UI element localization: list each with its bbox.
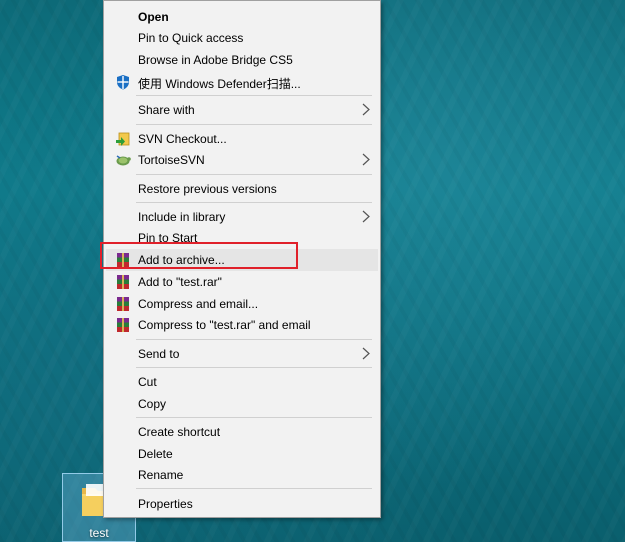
chevron-right-icon: [362, 153, 370, 166]
menu-item-create-shortcut[interactable]: Create shortcut: [106, 421, 378, 443]
menu-item-label: Restore previous versions: [138, 182, 277, 196]
windows-defender-icon: [117, 75, 129, 90]
menu-item-add-to-test-rar[interactable]: Add to "test.rar": [106, 271, 378, 293]
menu-item-label: Properties: [138, 497, 193, 511]
menu-item-copy[interactable]: Copy: [106, 393, 378, 415]
menu-item-restore-previous-versions[interactable]: Restore previous versions: [106, 178, 378, 200]
winrar-icon: [117, 297, 129, 311]
menu-item-label: Cut: [138, 375, 157, 389]
menu-item-browse-adobe-bridge[interactable]: Browse in Adobe Bridge CS5: [106, 49, 378, 71]
tortoisesvn-icon: [116, 155, 131, 166]
menu-item-label: Include in library: [138, 210, 226, 224]
menu-item-label: Send to: [138, 347, 180, 361]
menu-separator: [136, 367, 372, 368]
menu-item-label: Open: [138, 10, 169, 24]
menu-item-label: Delete: [138, 447, 173, 461]
menu-item-rename[interactable]: Rename: [106, 464, 378, 486]
desktop-folder-label: test: [89, 526, 109, 540]
winrar-icon: [117, 318, 129, 332]
menu-item-label: Create shortcut: [138, 425, 221, 439]
menu-item-label: 使用 Windows Defender扫描...: [138, 77, 301, 91]
chevron-right-icon: [362, 210, 370, 223]
menu-item-label: Compress to "test.rar" and email: [138, 318, 311, 332]
chevron-right-icon: [362, 103, 370, 116]
chevron-right-icon: [362, 347, 370, 360]
menu-item-label: Add to "test.rar": [138, 275, 222, 289]
menu-item-windows-defender-scan[interactable]: 使用 Windows Defender扫描...: [106, 71, 378, 93]
highlight-annotation: [100, 242, 298, 269]
menu-separator: [136, 488, 372, 489]
menu-item-delete[interactable]: Delete: [106, 443, 378, 465]
menu-separator: [136, 95, 372, 96]
menu-item-properties[interactable]: Properties: [106, 493, 378, 515]
menu-item-label: Pin to Quick access: [138, 31, 244, 45]
menu-item-label: SVN Checkout...: [138, 132, 227, 146]
menu-item-include-in-library[interactable]: Include in library: [106, 206, 378, 228]
menu-separator: [136, 174, 372, 175]
menu-separator: [136, 417, 372, 418]
menu-item-send-to[interactable]: Send to: [106, 343, 378, 365]
menu-item-label: Compress and email...: [138, 297, 259, 311]
winrar-icon: [117, 275, 129, 289]
svn-checkout-icon: [116, 132, 130, 146]
menu-separator: [136, 339, 372, 340]
menu-item-cut[interactable]: Cut: [106, 371, 378, 393]
menu-item-compress-to-test-rar-email[interactable]: Compress to "test.rar" and email: [106, 314, 378, 336]
menu-item-label: Copy: [138, 397, 167, 411]
menu-separator: [136, 202, 372, 203]
menu-item-svn-checkout[interactable]: SVN Checkout...: [106, 128, 378, 150]
menu-item-label: Rename: [138, 468, 184, 482]
menu-item-open[interactable]: Open: [106, 6, 378, 28]
menu-item-tortoisesvn[interactable]: TortoiseSVN: [106, 149, 378, 171]
menu-item-label: Share with: [138, 103, 195, 117]
menu-item-compress-and-email[interactable]: Compress and email...: [106, 293, 378, 315]
menu-item-label: TortoiseSVN: [138, 153, 205, 167]
menu-item-pin-quick-access[interactable]: Pin to Quick access: [106, 27, 378, 49]
menu-item-share-with[interactable]: Share with: [106, 99, 378, 121]
menu-separator: [136, 124, 372, 125]
menu-item-label: Browse in Adobe Bridge CS5: [138, 53, 293, 67]
